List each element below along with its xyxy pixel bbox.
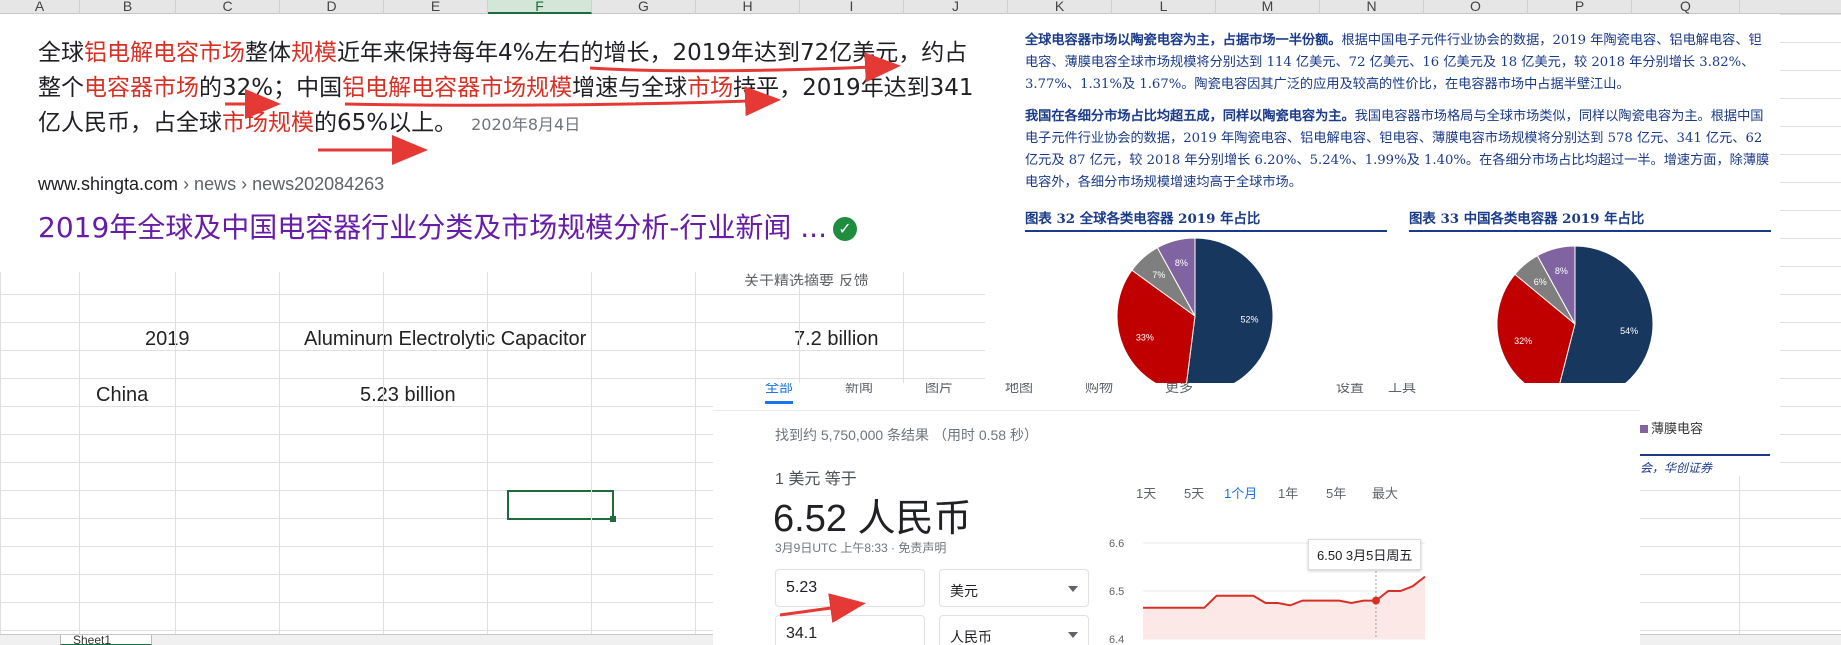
arrow-underline-1	[589, 52, 901, 83]
arrow-amount	[779, 593, 866, 623]
red-arrows	[225, 52, 901, 623]
annotation-arrows	[225, 52, 901, 623]
screen: ABCDEFGHIJKLMNOPQ 2019 Aluminum Electrol…	[0, 0, 1841, 645]
arrow-underline-2	[344, 86, 781, 117]
